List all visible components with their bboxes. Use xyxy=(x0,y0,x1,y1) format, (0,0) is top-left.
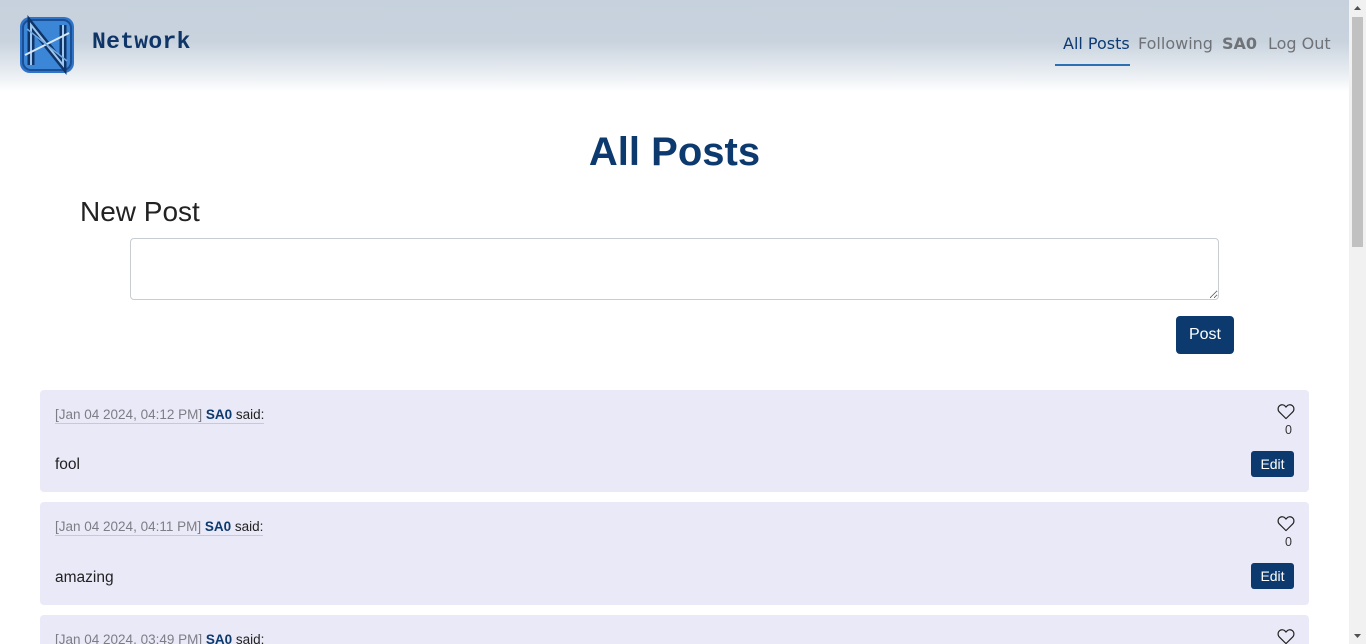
post-meta: [Jan 04 2024, 04:11 PM] SA0 said: xyxy=(55,519,264,536)
post-timestamp: [Jan 04 2024, 03:49 PM] xyxy=(55,632,203,644)
post-timestamp: [Jan 04 2024, 04:12 PM] xyxy=(55,407,203,422)
nav-following[interactable]: Following xyxy=(1138,34,1213,53)
post-meta: [Jan 04 2024, 04:12 PM] SA0 said: xyxy=(55,407,265,424)
nav-user-profile[interactable]: SA0 xyxy=(1222,34,1257,53)
nav-all-posts[interactable]: All Posts xyxy=(1063,34,1130,53)
edit-post-button[interactable]: Edit xyxy=(1251,563,1294,589)
nav-log-out[interactable]: Log Out xyxy=(1268,34,1331,53)
heart-outline-icon[interactable] xyxy=(1277,515,1295,532)
post-button[interactable]: Post xyxy=(1176,316,1234,354)
post-content: fool xyxy=(55,456,80,473)
post-author-link[interactable]: SA0 xyxy=(206,407,232,422)
new-post-heading: New Post xyxy=(80,196,200,227)
heart-outline-icon[interactable] xyxy=(1277,628,1295,644)
heart-outline-icon[interactable] xyxy=(1277,403,1295,420)
scroll-up-arrow-icon[interactable] xyxy=(1349,0,1366,17)
brand-name[interactable]: Network xyxy=(92,29,191,55)
post-said-label: said: xyxy=(234,519,264,534)
post-card: [Jan 04 2024, 04:12 PM] SA0 said: 0 fool… xyxy=(40,390,1309,492)
like-count: 0 xyxy=(1285,535,1292,549)
post-said-label: said: xyxy=(235,407,265,422)
page-title: All Posts xyxy=(588,130,761,174)
navbar: Network All Posts Following SA0 Log Out xyxy=(0,0,1349,92)
edit-post-button[interactable]: Edit xyxy=(1251,451,1294,477)
nav-active-indicator xyxy=(1055,64,1130,66)
post-said-label: said: xyxy=(235,632,265,644)
page: Network All Posts Following SA0 Log Out … xyxy=(0,0,1349,644)
network-logo[interactable] xyxy=(17,15,77,75)
like-count: 0 xyxy=(1285,423,1292,437)
post-card: [Jan 04 2024, 03:49 PM] SA0 said: xyxy=(40,615,1309,644)
vertical-scrollbar[interactable] xyxy=(1349,0,1366,644)
post-author-link[interactable]: SA0 xyxy=(205,519,231,534)
post-meta: [Jan 04 2024, 03:49 PM] SA0 said: xyxy=(55,632,264,644)
scroll-down-arrow-icon[interactable] xyxy=(1349,627,1366,644)
post-card: [Jan 04 2024, 04:11 PM] SA0 said: 0 amaz… xyxy=(40,502,1309,605)
post-author-link[interactable]: SA0 xyxy=(206,632,232,644)
scrollbar-thumb[interactable] xyxy=(1352,17,1363,247)
post-content: amazing xyxy=(55,569,114,586)
new-post-textarea[interactable] xyxy=(130,238,1219,300)
post-timestamp: [Jan 04 2024, 04:11 PM] xyxy=(55,519,202,534)
